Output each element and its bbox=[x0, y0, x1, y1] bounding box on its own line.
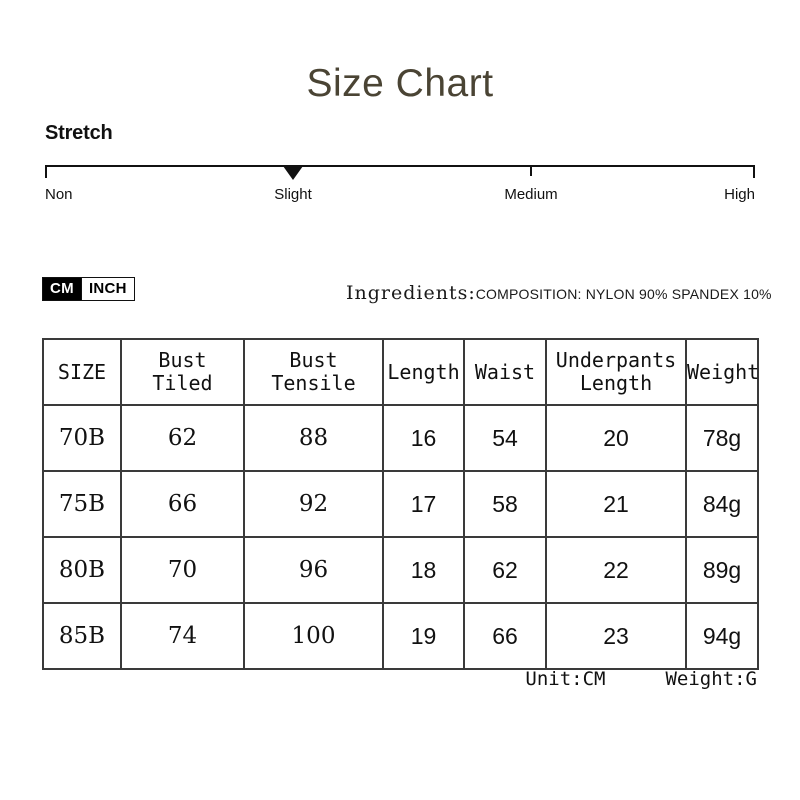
cell-underpants-length: 21 bbox=[545, 470, 687, 538]
unit-option-inch[interactable]: INCH bbox=[80, 278, 134, 300]
cell-underpants-length: 23 bbox=[545, 602, 687, 670]
stretch-tick-medium bbox=[530, 165, 532, 176]
header-bust-tiled-line2: Tiled bbox=[152, 371, 213, 395]
stretch-tick-high bbox=[753, 165, 755, 178]
cell-bust-tensile: 92 bbox=[243, 470, 384, 538]
weight-note: Weight:G bbox=[665, 668, 757, 690]
cell-length: 19 bbox=[382, 602, 465, 670]
header-length-line1: Length bbox=[387, 359, 460, 384]
table-row: 75B 66 92 17 58 21 84g bbox=[42, 470, 759, 538]
table-footer-notes: Unit:CM Weight:G bbox=[42, 668, 757, 690]
stretch-label-slight: Slight bbox=[274, 186, 312, 203]
unit-toggle[interactable]: CM INCH bbox=[42, 277, 135, 301]
header-bust-tiled-line1: Bust bbox=[158, 348, 207, 372]
cell-bust-tensile: 100 bbox=[243, 602, 384, 670]
cell-bust-tiled: 66 bbox=[120, 470, 245, 538]
header-length: Length bbox=[382, 338, 465, 406]
cell-size: 85B bbox=[42, 602, 122, 670]
table-row: 70B 62 88 16 54 20 78g bbox=[42, 404, 759, 472]
cell-length: 18 bbox=[382, 536, 465, 604]
ingredients-line: Ingredients:COMPOSITION: NYLON 90% SPAND… bbox=[346, 282, 772, 304]
cell-bust-tensile: 88 bbox=[243, 404, 384, 472]
unit-option-cm[interactable]: CM bbox=[43, 278, 81, 300]
cell-underpants-length: 20 bbox=[545, 404, 687, 472]
header-bust-tensile-line2: Tensile bbox=[271, 371, 356, 395]
stretch-section-label: Stretch bbox=[45, 122, 113, 144]
ingredients-value: COMPOSITION: NYLON 90% SPANDEX 10% bbox=[475, 286, 772, 302]
header-bust-tiled: Bust Tiled bbox=[120, 338, 245, 406]
cell-bust-tiled: 70 bbox=[120, 536, 245, 604]
cell-length: 17 bbox=[382, 470, 465, 538]
cell-weight: 78g bbox=[685, 404, 759, 472]
header-waist-line1: Waist bbox=[474, 359, 536, 384]
stretch-scale-line bbox=[45, 165, 755, 167]
cell-weight: 84g bbox=[685, 470, 759, 538]
triangle-down-marker-icon bbox=[283, 166, 303, 180]
cell-bust-tensile: 96 bbox=[243, 536, 384, 604]
header-underpants-line2: Length bbox=[579, 371, 653, 395]
cell-length: 16 bbox=[382, 404, 465, 472]
header-bust-tensile: Bust Tensile bbox=[243, 338, 384, 406]
header-size-line1: SIZE bbox=[57, 359, 107, 384]
cell-size: 75B bbox=[42, 470, 122, 538]
cell-size: 80B bbox=[42, 536, 122, 604]
cell-weight: 89g bbox=[685, 536, 759, 604]
header-size: SIZE bbox=[42, 338, 122, 406]
cell-waist: 54 bbox=[463, 404, 547, 472]
cell-bust-tiled: 62 bbox=[120, 404, 245, 472]
table-row: 85B 74 100 19 66 23 94g bbox=[42, 602, 759, 670]
size-chart-table: SIZE Bust Tiled Bust Tensile Length Wais… bbox=[42, 338, 759, 670]
stretch-label-non: Non bbox=[45, 186, 73, 203]
header-bust-tensile-line1: Bust bbox=[289, 348, 338, 372]
header-underpants-length: Underpants Length bbox=[545, 338, 687, 406]
unit-note: Unit:CM bbox=[525, 668, 606, 690]
table-header-row: SIZE Bust Tiled Bust Tensile Length Wais… bbox=[42, 338, 760, 406]
header-underpants-line1: Underpants bbox=[555, 348, 677, 372]
cell-bust-tiled: 74 bbox=[120, 602, 245, 670]
header-waist: Waist bbox=[463, 338, 547, 406]
cell-waist: 62 bbox=[463, 536, 547, 604]
page-title: Size Chart bbox=[306, 62, 494, 105]
stretch-scale-labels: Non Slight Medium High bbox=[45, 186, 755, 208]
cell-underpants-length: 22 bbox=[545, 536, 687, 604]
cell-weight: 94g bbox=[685, 602, 759, 670]
table-row: 80B 70 96 18 62 22 89g bbox=[42, 536, 759, 604]
stretch-tick-non bbox=[45, 165, 47, 178]
header-weight: Weight bbox=[685, 338, 760, 406]
stretch-label-high: High bbox=[724, 186, 755, 203]
header-weight-line1: Weight bbox=[687, 359, 760, 384]
stretch-label-medium: Medium bbox=[504, 186, 558, 203]
ingredients-label: Ingredients: bbox=[346, 282, 476, 304]
cell-waist: 66 bbox=[463, 602, 547, 670]
cell-size: 70B bbox=[42, 404, 122, 472]
cell-waist: 58 bbox=[463, 470, 547, 538]
